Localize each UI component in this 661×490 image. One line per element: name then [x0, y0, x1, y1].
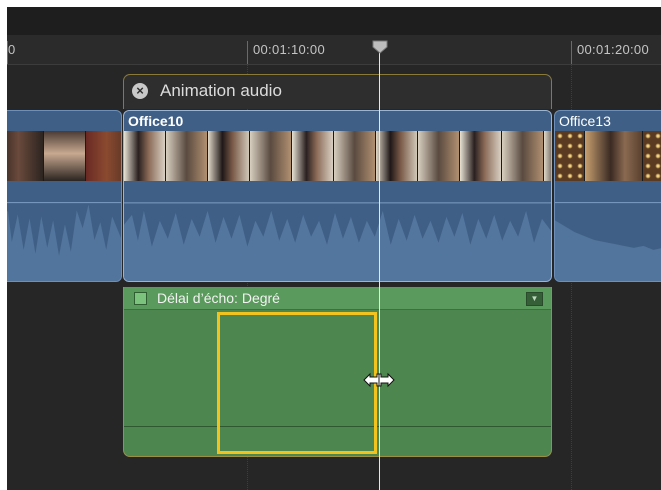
audio-animation-header[interactable]: × Animation audio: [123, 74, 552, 109]
ruler-timecode: 00:01:10:00: [253, 42, 325, 57]
audio-animation-title: Animation audio: [160, 81, 282, 100]
video-frame: [208, 131, 250, 181]
clip-filmstrip: [124, 131, 551, 181]
timeline[interactable]: 0 00:01:10:00 00:01:20:00 × Animation au…: [7, 7, 661, 490]
clip-title: Office13: [559, 113, 611, 129]
playhead-icon[interactable]: [372, 40, 388, 54]
video-frame: [544, 131, 551, 181]
ruler-tick: [571, 41, 572, 65]
video-frame: [460, 131, 502, 181]
clip-office10[interactable]: Office10: [123, 110, 552, 282]
effect-header[interactable]: Délai d’écho: Degré ▼: [124, 287, 551, 310]
ruler-tick: [247, 41, 248, 65]
audio-waveform: [555, 202, 661, 281]
toolbar-band: [7, 7, 661, 35]
audio-waveform: [7, 202, 121, 281]
ruler-timecode: 00:01:20:00: [577, 42, 649, 57]
video-frame: [124, 131, 166, 181]
audio-waveform: [124, 202, 551, 281]
clip-left[interactable]: [7, 110, 122, 282]
ruler-timecode-partial: 0: [8, 42, 16, 57]
video-frame: [44, 131, 86, 181]
video-frame: [86, 131, 121, 181]
video-frame: [643, 131, 661, 181]
effect-parameter-label: Délai d’écho: Degré: [157, 290, 280, 306]
resize-cursor-icon: [363, 372, 395, 388]
playhead-line[interactable]: [379, 43, 380, 490]
video-frame: [7, 131, 44, 181]
video-frame: [502, 131, 544, 181]
clip-title: Office10: [128, 113, 184, 129]
effect-animation-lane[interactable]: Délai d’écho: Degré ▼: [123, 287, 552, 457]
clip-filmstrip: [555, 131, 661, 181]
video-frame: [376, 131, 418, 181]
timeline-ruler[interactable]: 0 00:01:10:00 00:01:20:00: [7, 7, 661, 65]
video-frame: [418, 131, 460, 181]
video-frame: [166, 131, 208, 181]
selected-range[interactable]: [217, 312, 377, 454]
disclosure-triangle-icon[interactable]: ▼: [526, 292, 543, 306]
video-frame: [555, 131, 585, 181]
ruler-baseline: [7, 64, 661, 65]
close-icon[interactable]: ×: [132, 83, 148, 99]
clip-filmstrip: [7, 131, 121, 181]
clip-office13[interactable]: Office13: [554, 110, 661, 282]
video-frame: [250, 131, 292, 181]
video-frame: [334, 131, 376, 181]
video-frame: [585, 131, 643, 181]
effect-enable-checkbox[interactable]: [134, 292, 147, 305]
video-frame: [292, 131, 334, 181]
